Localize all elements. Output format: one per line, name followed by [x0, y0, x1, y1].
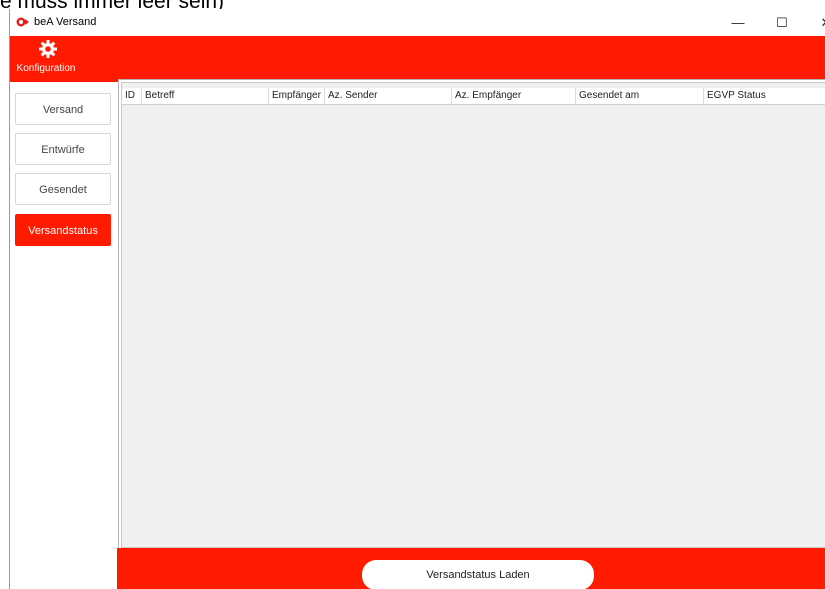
configuration-label[interactable]: Konfiguration: [10, 63, 82, 74]
app-window: beA Versand — ☐ ✕ Konfiguration Versand …: [9, 9, 825, 589]
load-status-button[interactable]: Versandstatus Laden: [362, 560, 594, 589]
sidebar-item-gesendet[interactable]: Gesendet: [15, 173, 111, 205]
col-header-id[interactable]: ID: [122, 88, 142, 104]
sidebar-item-versand[interactable]: Versand: [15, 93, 111, 125]
col-header-az-empfaenger[interactable]: Az. Empfänger: [452, 88, 576, 104]
status-table[interactable]: ID Betreff Empfänger Az. Sender Az. Empf…: [118, 79, 825, 551]
close-button[interactable]: ✕: [804, 9, 825, 36]
window-title: beA Versand: [34, 16, 97, 28]
app-logo-icon: [16, 17, 29, 27]
gear-icon[interactable]: [39, 40, 57, 58]
sidebar-item-entwuerfe[interactable]: Entwürfe: [15, 133, 111, 165]
title-bar: beA Versand — ☐ ✕: [10, 9, 825, 36]
col-header-betreff[interactable]: Betreff: [142, 88, 269, 104]
sidebar-item-versandstatus[interactable]: Versandstatus: [15, 214, 111, 246]
col-header-az-sender[interactable]: Az. Sender: [325, 88, 452, 104]
col-header-gesendet-am[interactable]: Gesendet am: [576, 88, 704, 104]
table-header: ID Betreff Empfänger Az. Sender Az. Empf…: [122, 88, 825, 105]
top-bar: Konfiguration: [10, 36, 825, 82]
col-header-egvp-status[interactable]: EGVP Status: [704, 88, 825, 104]
maximize-button[interactable]: ☐: [760, 9, 804, 36]
minimize-button[interactable]: —: [716, 9, 760, 36]
col-header-empfaenger[interactable]: Empfänger: [269, 88, 325, 104]
sidebar: Versand Entwürfe Gesendet Versandstatus: [10, 82, 117, 589]
